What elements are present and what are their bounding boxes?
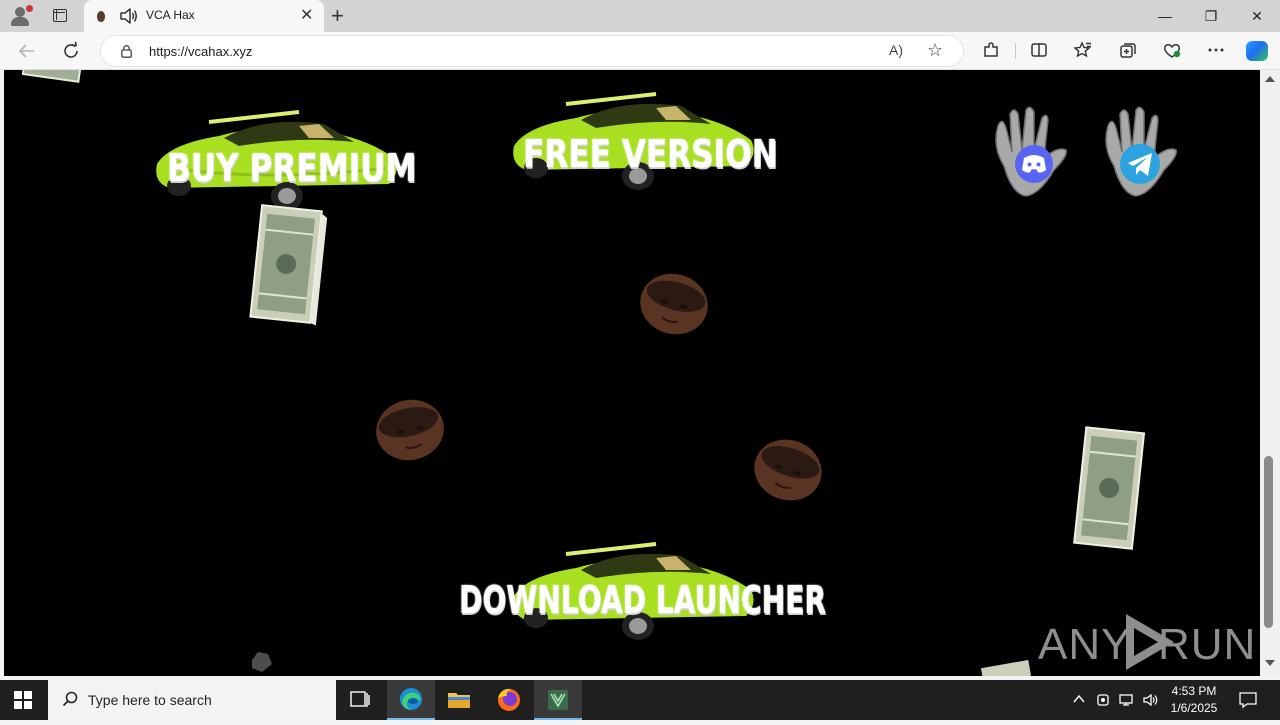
money-stack-icon xyxy=(1073,426,1146,550)
edge-app-icon[interactable] xyxy=(387,680,435,720)
tab-actions-icon[interactable] xyxy=(50,7,70,25)
tab-title: VCA Hax xyxy=(146,8,195,22)
volume-icon[interactable] xyxy=(1142,692,1160,711)
watermark-right-text: RUN xyxy=(1158,620,1257,669)
copilot-icon[interactable] xyxy=(1246,41,1268,61)
collections-icon[interactable] xyxy=(1117,40,1139,62)
tab-vca-hax[interactable]: VCA Hax ✕ xyxy=(84,0,324,32)
file-explorer-icon[interactable] xyxy=(435,680,483,720)
download-launcher-label[interactable]: DOWNLOAD LAUNCHER xyxy=(459,578,826,622)
toolbar-divider xyxy=(1015,43,1016,59)
money-stack-icon xyxy=(22,70,83,83)
new-tab-button[interactable]: + xyxy=(331,4,344,28)
windows-taskbar: Type here to search 4:53 PM 1/6/2025 xyxy=(0,680,1280,720)
favorites-icon[interactable] xyxy=(1072,40,1094,62)
anyrun-watermark: ANY RUN xyxy=(1038,610,1255,674)
face-icon xyxy=(754,439,822,501)
browser-toolbar: https://vcahax.xyz A) ☆ xyxy=(0,32,1280,70)
site-favicon-icon xyxy=(97,11,105,22)
read-aloud-icon[interactable]: A) xyxy=(889,42,903,58)
minimize-button[interactable]: — xyxy=(1142,0,1188,32)
lock-icon[interactable] xyxy=(121,45,132,58)
app-shield-icon[interactable] xyxy=(534,680,582,720)
tab-strip: VCA Hax ✕ + — ❐ ✕ xyxy=(0,0,1280,32)
money-stack-icon xyxy=(980,660,1032,676)
web-page-content: BUY PREMIUM FREE VERSION DOWNLOAD LAUNCH… xyxy=(4,70,1260,676)
telegram-icon[interactable] xyxy=(1094,106,1184,202)
taskbar-clock[interactable]: 4:53 PM 1/6/2025 xyxy=(1164,683,1224,717)
refresh-icon[interactable] xyxy=(60,40,82,62)
face-icon xyxy=(640,273,708,335)
search-placeholder: Type here to search xyxy=(88,692,212,708)
more-options-icon[interactable] xyxy=(1205,40,1227,62)
url-text[interactable]: https://vcahax.xyz xyxy=(149,44,252,59)
profile-icon[interactable] xyxy=(8,4,34,28)
buy-premium-label[interactable]: BUY PREMIUM xyxy=(167,146,416,190)
free-version-label[interactable]: FREE VERSION xyxy=(523,132,778,176)
browser-essentials-icon[interactable] xyxy=(1161,40,1183,62)
extensions-icon[interactable] xyxy=(980,40,1002,62)
discord-icon[interactable] xyxy=(984,106,1074,202)
clock-date: 1/6/2025 xyxy=(1170,701,1218,715)
back-arrow-icon[interactable] xyxy=(16,40,38,62)
scroll-up-icon[interactable] xyxy=(1265,76,1275,82)
network-icon[interactable] xyxy=(1118,692,1136,711)
page-scrollbar[interactable] xyxy=(1260,70,1280,676)
address-bar[interactable]: https://vcahax.xyz A) ☆ xyxy=(100,35,964,67)
restore-button[interactable]: ❐ xyxy=(1188,0,1234,32)
money-stack-icon xyxy=(249,204,328,326)
audio-playing-icon[interactable] xyxy=(119,7,139,25)
close-window-button[interactable]: ✕ xyxy=(1234,0,1280,32)
meet-now-icon[interactable] xyxy=(1096,692,1112,711)
rock-icon xyxy=(252,652,272,672)
tab-close-icon[interactable]: ✕ xyxy=(300,7,313,25)
watermark-left-text: ANY xyxy=(1038,620,1132,669)
notifications-icon[interactable] xyxy=(1238,690,1258,713)
favorite-star-icon[interactable]: ☆ xyxy=(927,40,943,61)
clock-time: 4:53 PM xyxy=(1171,684,1217,698)
split-screen-icon[interactable] xyxy=(1028,40,1050,62)
show-hidden-icons[interactable] xyxy=(1072,692,1086,709)
taskbar-search-box[interactable]: Type here to search xyxy=(48,680,336,720)
scrollbar-thumb[interactable] xyxy=(1264,456,1273,628)
firefox-icon[interactable] xyxy=(485,680,533,720)
windows-start-icon[interactable] xyxy=(14,691,32,709)
face-icon xyxy=(376,399,444,461)
scroll-down-icon[interactable] xyxy=(1265,660,1275,666)
search-icon xyxy=(62,691,78,707)
task-view-icon[interactable] xyxy=(336,680,384,720)
